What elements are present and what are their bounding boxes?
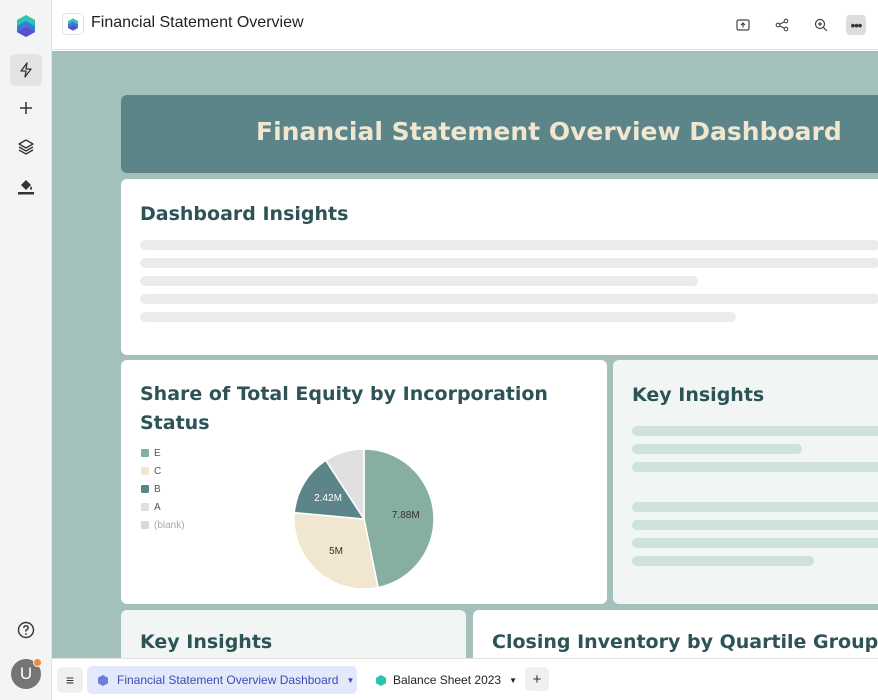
insights-title: Dashboard Insights: [140, 203, 349, 225]
pie-data-label: 5M: [329, 546, 343, 557]
legend-item[interactable]: C: [141, 462, 185, 480]
text-placeholder-line: [632, 444, 802, 454]
add-page-button[interactable]: +: [525, 667, 549, 691]
pages-menu-button[interactable]: ≡: [57, 667, 83, 693]
text-placeholder-line: [140, 258, 878, 268]
layers-icon[interactable]: [10, 131, 42, 163]
legend-swatch: [141, 467, 149, 475]
legend-label: A: [154, 501, 161, 513]
legend-item[interactable]: E: [141, 444, 185, 462]
key-insights-title: Key Insights: [632, 384, 765, 406]
text-placeholder-line: [632, 556, 814, 566]
legend-swatch: [141, 521, 149, 529]
legend-item[interactable]: A: [141, 498, 185, 516]
text-placeholder-line: [632, 520, 878, 530]
top-bar: Financial Statement Overview •••: [52, 0, 878, 50]
pie-chart-title: Share of Total Equity by Incorporation S…: [140, 383, 548, 434]
legend-item[interactable]: B: [141, 480, 185, 498]
notification-dot: [33, 658, 42, 667]
tab-label: Balance Sheet 2023: [393, 673, 502, 687]
legend-swatch: [141, 485, 149, 493]
pie-chart-card[interactable]: Share of Total Equity by Incorporation S…: [121, 360, 607, 604]
more-options-button[interactable]: •••: [846, 15, 866, 35]
legend-label: B: [154, 483, 161, 495]
text-placeholder-line: [140, 294, 878, 304]
chevron-down-icon[interactable]: ▼: [346, 676, 354, 685]
text-placeholder-line: [632, 502, 878, 512]
help-icon[interactable]: [17, 621, 35, 639]
insights-card[interactable]: Dashboard Insights: [121, 179, 878, 355]
key-insights-title-2: Key Insights: [140, 631, 273, 653]
tab-balance-sheet-2023[interactable]: Balance Sheet 2023 ▼: [367, 666, 517, 694]
export-icon[interactable]: [733, 15, 753, 35]
zoom-in-icon[interactable]: [811, 15, 831, 35]
avatar-initial: U: [19, 664, 33, 683]
app-logo-icon[interactable]: [17, 15, 35, 37]
pie-legend: E C B A (blank): [141, 444, 185, 534]
avatar[interactable]: U: [11, 658, 42, 689]
page-hexagon-icon: [96, 673, 110, 687]
text-placeholder-line: [632, 426, 878, 436]
document-icon: [62, 13, 84, 35]
chevron-down-icon[interactable]: ▼: [509, 676, 517, 685]
tab-label: Financial Statement Overview Dashboard: [117, 673, 339, 687]
text-placeholder-line: [140, 240, 878, 250]
text-placeholder-line: [632, 462, 878, 472]
document-title[interactable]: Financial Statement Overview: [91, 14, 304, 32]
legend-label: C: [154, 465, 162, 477]
pie-chart[interactable]: 7.88M 5M 2.42M: [293, 448, 435, 590]
tab-financial-statement-overview-dashboard[interactable]: Financial Statement Overview Dashboard ▼: [87, 666, 357, 694]
text-placeholder-line: [140, 276, 698, 286]
share-icon[interactable]: [772, 15, 792, 35]
dashboard-canvas: Financial Statement Overview Dashboard D…: [52, 51, 878, 658]
legend-item[interactable]: (blank): [141, 516, 185, 534]
inventory-card[interactable]: Closing Inventory by Quartile Group: [473, 610, 878, 658]
left-rail: U: [0, 0, 52, 700]
dashboard-header: Financial Statement Overview Dashboard: [121, 95, 878, 173]
legend-swatch: [141, 449, 149, 457]
inventory-title: Closing Inventory by Quartile Group: [492, 631, 878, 653]
legend-label: (blank): [154, 519, 185, 531]
text-placeholder-line: [632, 538, 878, 548]
plus-icon[interactable]: [10, 92, 42, 124]
lightning-icon[interactable]: [10, 54, 42, 86]
text-placeholder-line: [140, 312, 736, 322]
paint-bucket-icon[interactable]: [10, 170, 42, 202]
key-insights-card-2[interactable]: Key Insights: [121, 610, 466, 658]
page-hexagon-icon: [376, 673, 386, 687]
pie-data-label: 7.88M: [392, 510, 420, 521]
legend-swatch: [141, 503, 149, 511]
dashboard-title: Financial Statement Overview Dashboard: [256, 117, 842, 146]
page-tab-bar: ≡ Financial Statement Overview Dashboard…: [52, 658, 878, 700]
key-insights-card[interactable]: Key Insights: [613, 360, 878, 604]
legend-label: E: [154, 447, 161, 459]
pie-data-label: 2.42M: [314, 493, 342, 504]
